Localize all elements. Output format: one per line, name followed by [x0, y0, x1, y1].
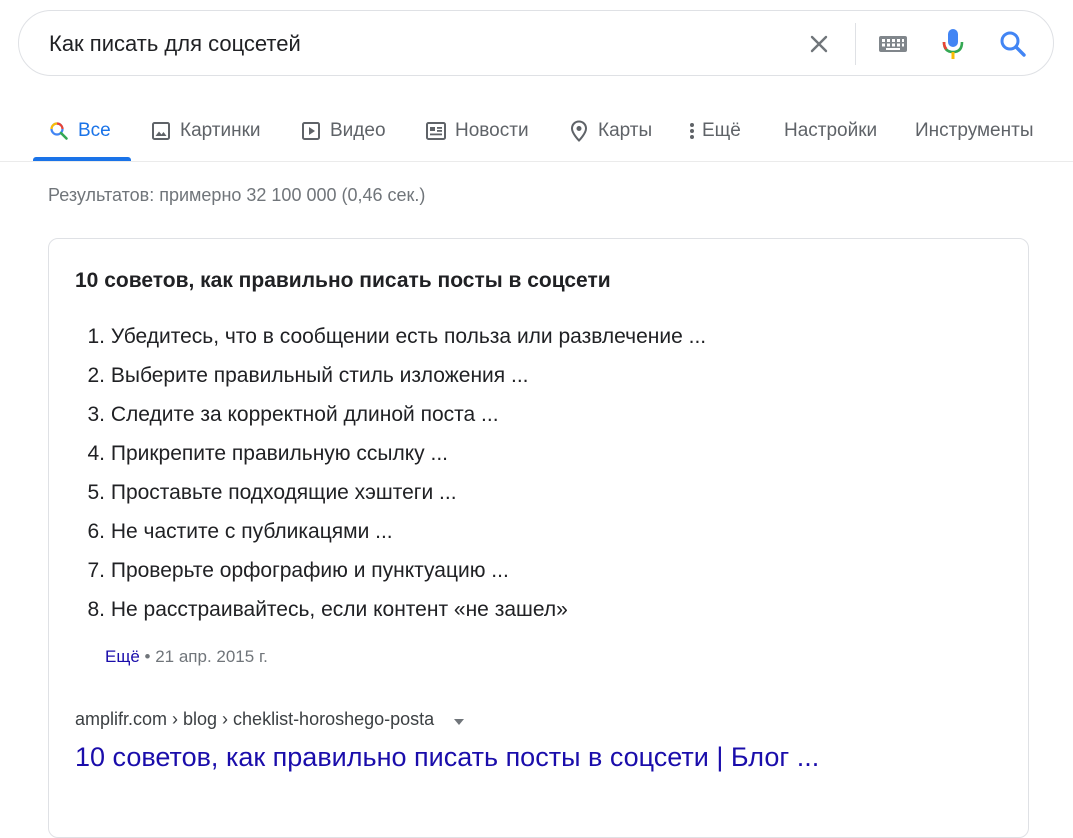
news-icon	[425, 120, 447, 142]
microphone-icon[interactable]	[937, 11, 969, 77]
snippet-more-row: Ещё • 21 апр. 2015 г.	[105, 647, 268, 667]
search-bar-divider	[855, 23, 856, 65]
map-pin-icon	[568, 120, 590, 142]
list-item: 2. Выберите правильный стиль изложения .…	[87, 364, 529, 387]
list-item: 6. Не частите с публикацями ...	[87, 520, 393, 543]
tab-news[interactable]: Новости	[425, 100, 529, 162]
tab-label: Все	[78, 120, 111, 141]
tab-all[interactable]: Все	[48, 100, 111, 162]
list-item: 7. Проверьте орфографию и пунктуацию ...	[87, 559, 509, 582]
result-title-link[interactable]: 10 советов, как правильно писать посты в…	[75, 742, 819, 773]
tab-label: Ещё	[702, 120, 741, 141]
image-icon	[150, 120, 172, 142]
tab-video[interactable]: Видео	[300, 100, 386, 162]
list-item: 4. Прикрепите правильную ссылку ...	[87, 442, 448, 465]
tab-label: Карты	[598, 120, 653, 141]
tab-images[interactable]: Картинки	[150, 100, 261, 162]
list-item: 3. Следите за корректной длиной поста ..…	[87, 403, 499, 426]
list-item: 8. Не расстраивайтесь, если контент «не …	[87, 598, 568, 621]
result-breadcrumb: amplifr.com › blog › cheklist-horoshego-…	[75, 709, 465, 731]
list-item: 5. Проставьте подходящие хэштеги ...	[87, 481, 457, 504]
search-icon[interactable]	[995, 11, 1031, 77]
tab-label: Видео	[330, 120, 386, 141]
tab-maps[interactable]: Карты	[568, 100, 652, 162]
breadcrumb-text: amplifr.com › blog › cheklist-horoshego-…	[75, 709, 435, 729]
video-icon	[300, 120, 322, 142]
snippet-title: 10 советов, как правильно писать посты в…	[75, 269, 611, 292]
result-stats: Результатов: примерно 32 100 000 (0,46 с…	[48, 185, 426, 205]
tab-label: Новости	[455, 120, 529, 141]
search-input[interactable]	[49, 11, 789, 77]
bullet-separator: •	[144, 647, 156, 666]
close-icon[interactable]	[801, 11, 837, 77]
tab-label: Инструменты	[915, 120, 1034, 141]
snippet-date: 21 апр. 2015 г.	[155, 647, 268, 666]
search-icon	[48, 120, 70, 142]
more-link[interactable]: Ещё	[105, 647, 140, 666]
snippet-list: 1. Убедитесь, что в сообщении есть польз…	[75, 319, 706, 631]
search-tabs: Все Картинки Видео Новости Карты Ещё Нас…	[0, 100, 1073, 162]
list-item: 1. Убедитесь, что в сообщении есть польз…	[87, 325, 707, 348]
featured-snippet: 10 советов, как правильно писать посты в…	[48, 238, 1029, 838]
tabs-divider	[0, 161, 1073, 162]
more-vert-icon	[686, 120, 698, 142]
caret-down-icon[interactable]	[453, 710, 465, 731]
tab-settings[interactable]: Настройки	[784, 100, 877, 162]
tab-label: Картинки	[180, 120, 261, 141]
keyboard-icon[interactable]	[875, 11, 911, 77]
tab-label: Настройки	[784, 120, 878, 141]
search-bar	[18, 10, 1054, 77]
tab-more[interactable]: Ещё	[686, 100, 741, 162]
tab-tools[interactable]: Инструменты	[915, 100, 1033, 162]
